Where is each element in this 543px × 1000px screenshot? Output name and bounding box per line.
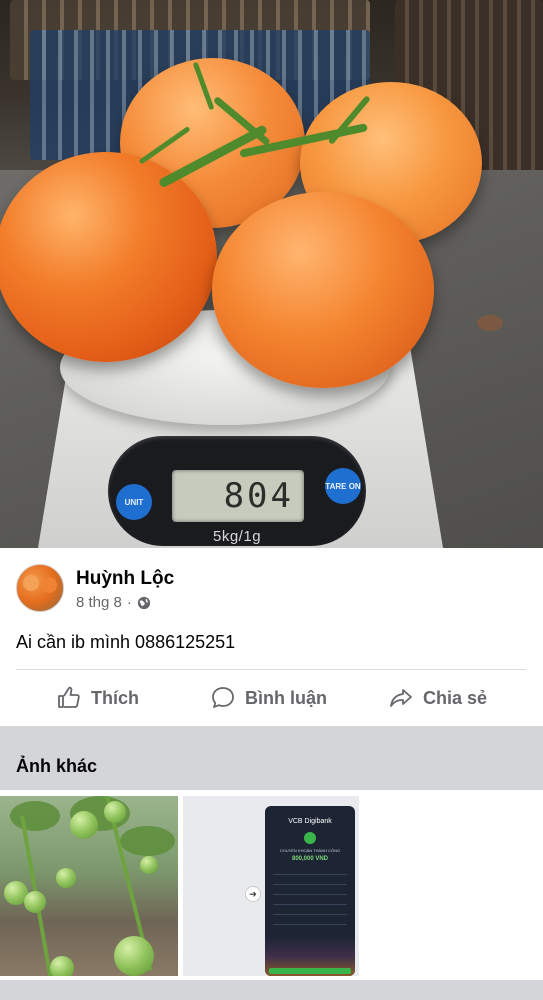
post-meta: 8 thg 8 ·: [76, 594, 151, 611]
bank-brand: VCB Digibank: [288, 818, 332, 825]
like-label: Thích: [91, 687, 139, 708]
leaf: [120, 826, 175, 856]
rust-spot: [477, 315, 503, 331]
green-tomato: [70, 811, 98, 839]
transfer-amount: 800,000 VND: [291, 856, 329, 862]
bottom-section-bar: [0, 980, 543, 1000]
tomato: [0, 152, 217, 362]
transfer-status: CHUYỂN KHOẢN THÀNH CÔNG: [279, 848, 341, 853]
detail-row: [273, 894, 347, 895]
phone-screenshot: VCB Digibank CHUYỂN KHOẢN THÀNH CÔNG 800…: [265, 806, 355, 976]
post-photo[interactable]: 804 UNIT TARE ON 5kg/1g: [0, 0, 543, 548]
post-actions: Thích Bình luận Chia sẻ: [0, 676, 543, 720]
success-check-icon: [304, 832, 316, 844]
globe-icon: [137, 596, 151, 610]
like-button[interactable]: Thích: [56, 676, 139, 720]
green-tomato: [104, 801, 126, 823]
post-date[interactable]: 8 thg 8: [76, 594, 122, 611]
share-label: Chia sẻ: [423, 687, 488, 708]
green-tomato: [114, 936, 154, 976]
detail-row: [273, 874, 347, 875]
detail-row: [273, 914, 347, 915]
detail-row: [273, 924, 347, 925]
comment-button[interactable]: Bình luận: [210, 676, 327, 720]
comment-label: Bình luận: [245, 687, 327, 708]
other-photos-title: Ảnh khác: [16, 756, 98, 776]
author-name[interactable]: Huỳnh Lộc: [76, 568, 174, 590]
tomato: [212, 192, 434, 388]
phone-action-bar: [269, 968, 351, 974]
scale-capacity-label: 5kg/1g: [213, 528, 262, 545]
forward-icon: ➔: [245, 886, 261, 902]
scale-readout: 804: [172, 470, 304, 522]
comment-icon: [212, 687, 234, 708]
post-text: Ai cần ib mình 0886125251: [16, 632, 236, 652]
green-tomato: [24, 891, 46, 913]
meta-separator: ·: [126, 594, 132, 611]
detail-row: [273, 904, 347, 905]
post-header: Huỳnh Lộc 8 thg 8 ·: [16, 564, 536, 616]
share-icon: [390, 689, 412, 707]
photo-thumbnail-bank-transfer[interactable]: ➔ VCB Digibank CHUYỂN KHOẢN THÀNH CÔNG 8…: [183, 796, 359, 976]
leaf: [10, 801, 60, 831]
other-photos-grid: ➔ VCB Digibank CHUYỂN KHOẢN THÀNH CÔNG 8…: [0, 790, 543, 980]
scale-tare-button: TARE ON: [325, 468, 361, 504]
scale-unit-button: UNIT: [116, 484, 152, 520]
green-tomato: [50, 956, 74, 976]
detail-row: [273, 884, 347, 885]
photo-thumbnail-green-tomatoes[interactable]: [0, 796, 178, 976]
green-tomato: [56, 868, 76, 888]
avatar[interactable]: [16, 564, 64, 612]
thumbs-up-icon: [58, 686, 80, 708]
green-tomato: [140, 856, 158, 874]
share-button[interactable]: Chia sẻ: [388, 676, 487, 720]
divider: [16, 669, 526, 670]
